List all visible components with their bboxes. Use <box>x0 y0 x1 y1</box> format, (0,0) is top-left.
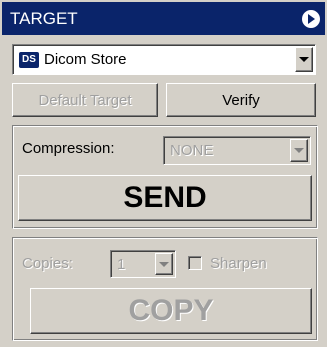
default-target-button[interactable]: Default Target <box>12 83 158 117</box>
dicom-store-icon: DS <box>19 51 39 68</box>
panel-title: TARGET <box>10 9 78 28</box>
chevron-down-icon[interactable] <box>295 47 313 72</box>
sharpen-checkbox[interactable] <box>188 256 202 270</box>
sharpen-label: Sharpen <box>210 255 267 272</box>
copies-label: Copies: <box>22 255 73 272</box>
circle-arrow-right-icon <box>308 14 315 24</box>
title-bar: TARGET <box>2 2 325 35</box>
compression-select[interactable]: NONE <box>163 136 311 165</box>
chevron-down-icon[interactable] <box>290 139 308 162</box>
chevron-down-icon[interactable] <box>155 253 173 275</box>
send-button[interactable]: SEND <box>18 175 312 221</box>
copy-button[interactable]: COPY <box>30 288 312 334</box>
target-select-value: Dicom Store <box>44 51 127 68</box>
copies-select[interactable]: 1 <box>110 250 176 278</box>
target-select[interactable]: DS Dicom Store <box>12 44 316 75</box>
target-panel: TARGET DS Dicom Store Default Target Ver… <box>0 0 327 347</box>
title-bar-button[interactable] <box>301 9 321 29</box>
verify-button[interactable]: Verify <box>166 83 316 117</box>
compression-label: Compression: <box>22 140 115 157</box>
